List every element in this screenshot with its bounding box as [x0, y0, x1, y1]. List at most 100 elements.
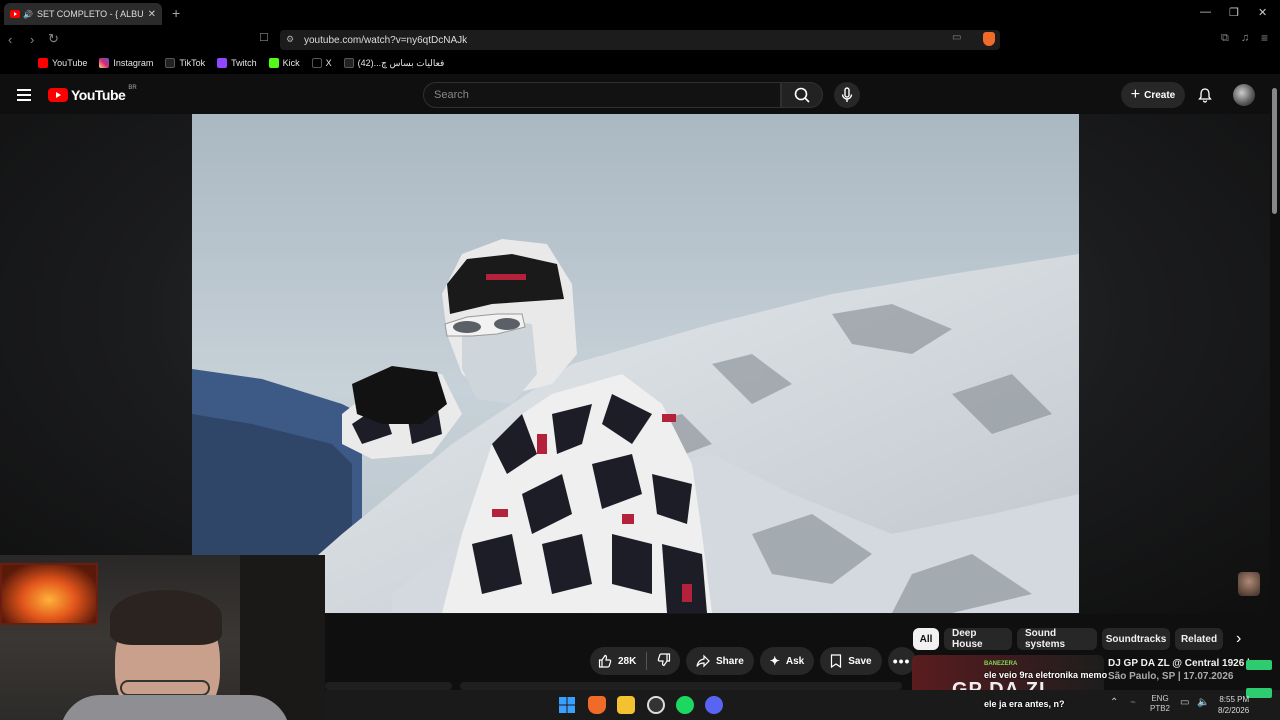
reload-icon[interactable]: ↻ — [48, 31, 59, 47]
thumbs-down-icon — [658, 652, 671, 666]
extensions-icon[interactable]: ⧉ — [1221, 32, 1229, 45]
video-actions: 28K Share ✦ Ask Save ••• — [590, 647, 922, 675]
network-icon[interactable]: ▭ — [1180, 697, 1189, 708]
youtube-icon — [38, 58, 48, 68]
bookmark-tiktok-live[interactable]: فعالیات بساس چ...(42) — [343, 58, 444, 69]
speaker-icon[interactable]: 🔊 — [23, 10, 33, 19]
person-shoulders — [60, 695, 290, 720]
youtube-logo[interactable]: YouTube BR — [48, 85, 137, 103]
instagram-icon — [99, 58, 110, 68]
chat-badge-icon — [1246, 660, 1272, 670]
youtube-header: YouTube BR + Create — [0, 74, 1280, 116]
bookmark-tiktok[interactable]: TikTok — [165, 58, 205, 68]
browser-navbar: ‹ › ↻ ☐ ⚙ youtube.com/watch?v=ny6qtDcNAJ… — [0, 28, 1280, 52]
windows-start-icon[interactable] — [558, 696, 576, 714]
forward-icon[interactable]: › — [30, 32, 34, 47]
ask-button[interactable]: ✦ Ask — [759, 647, 815, 675]
search-icon — [794, 87, 810, 103]
bookmark-twitch[interactable]: Twitch — [217, 58, 257, 68]
discord-icon[interactable] — [705, 696, 723, 714]
fireplace-frame — [0, 563, 98, 625]
brave-browser-icon[interactable] — [588, 696, 606, 714]
notifications-bell-icon[interactable] — [1197, 87, 1213, 103]
save-button[interactable]: Save — [820, 647, 882, 675]
chat-message: ele ja era antes, n? — [984, 699, 1065, 709]
menu-icon[interactable]: ≡ — [1261, 31, 1268, 45]
bookmark-instagram[interactable]: Instagram — [99, 58, 153, 68]
browser-titlebar: 🔊 SET COMPLETO - { ALBUM M ✕ + — ❐ ✕ — [0, 0, 1280, 28]
chip-soundtracks[interactable]: Soundtracks — [1102, 628, 1170, 650]
video-frame — [192, 114, 1079, 613]
spotify-icon[interactable] — [676, 696, 694, 714]
youtube-favicon-icon — [10, 10, 20, 18]
like-count: 28K — [618, 655, 637, 667]
youtube-play-icon — [48, 88, 68, 102]
search-box — [423, 82, 781, 108]
address-bar[interactable]: ⚙ youtube.com/watch?v=ny6qtDcNAJk — [280, 30, 1000, 50]
system-clock[interactable]: 8:55 PM 8/2/2026 — [1218, 694, 1249, 716]
streamer-avatar — [1238, 572, 1260, 596]
tiktok-icon — [165, 58, 176, 68]
back-icon[interactable]: ‹ — [8, 32, 12, 47]
chip-related[interactable]: Related — [1175, 628, 1223, 650]
file-explorer-icon[interactable] — [617, 696, 635, 714]
browser-tab[interactable]: 🔊 SET COMPLETO - { ALBUM M ✕ — [4, 3, 162, 25]
close-tab-icon[interactable]: ✕ — [148, 9, 156, 20]
chat-message: ele veio 9ra eletronika memo — [984, 670, 1108, 680]
like-dislike-group: 28K — [590, 647, 680, 675]
bookmark-kick[interactable]: Kick — [268, 58, 300, 68]
webcam-overlay — [0, 555, 325, 720]
media-icon[interactable]: ♫ — [1241, 32, 1249, 44]
close-window-icon[interactable]: ✕ — [1258, 6, 1267, 19]
share-icon — [696, 654, 710, 668]
account-avatar[interactable] — [1233, 84, 1255, 106]
obs-icon[interactable] — [647, 696, 665, 714]
windows-taskbar — [325, 690, 1280, 720]
sparkle-icon: ✦ — [769, 654, 780, 668]
chip-deep-house[interactable]: Deep House — [944, 628, 1012, 650]
like-button[interactable]: 28K — [598, 654, 636, 668]
language-indicator[interactable]: ENG PTB2 — [1150, 694, 1170, 714]
video-player[interactable] — [192, 114, 1079, 613]
bookmark-x[interactable]: X — [311, 58, 332, 68]
chip-sound-systems[interactable]: Sound systems — [1017, 628, 1097, 650]
bookmark-save-icon — [831, 654, 842, 668]
voice-search-button[interactable] — [834, 82, 860, 108]
brave-shield-icon[interactable] — [983, 32, 995, 46]
create-button[interactable]: + Create — [1121, 82, 1185, 108]
new-tab-icon[interactable]: + — [172, 5, 180, 21]
bookmark-icon[interactable]: ☐ — [259, 31, 269, 44]
related-subtitle: São Paulo, SP | 17.07.2026 — [1108, 671, 1234, 682]
divider — [646, 652, 648, 670]
chat-badge-icon — [1246, 688, 1272, 698]
share-button[interactable]: Share — [686, 647, 754, 675]
microphone-icon — [841, 87, 853, 102]
bookmarks-bar: YouTube Instagram TikTok Twitch Kick X ف… — [0, 52, 1280, 74]
tiktok-icon — [343, 58, 354, 68]
search-button[interactable] — [781, 82, 823, 108]
country-code: BR — [128, 85, 137, 91]
wifi-icon[interactable]: ⌁ — [1130, 697, 1136, 708]
related-title[interactable]: DJ GP DA ZL @ Central 1926 | — [1108, 658, 1250, 669]
tray-overflow-icon[interactable]: ⌃ — [1110, 697, 1118, 708]
site-info-icon[interactable]: ⚙ — [286, 34, 294, 45]
guide-menu-icon[interactable] — [17, 89, 31, 101]
tab-title: SET COMPLETO - { ALBUM M — [36, 9, 144, 19]
thumbs-up-icon — [598, 654, 612, 668]
bookmark-youtube[interactable]: YouTube — [38, 58, 87, 68]
search-input[interactable] — [424, 83, 780, 107]
cast-icon[interactable]: ▭ — [952, 32, 961, 43]
twitch-icon — [217, 58, 228, 68]
restore-icon[interactable]: ❐ — [1229, 6, 1239, 19]
placeholder-bar — [325, 682, 452, 690]
x-icon — [311, 58, 322, 68]
dislike-button[interactable] — [657, 652, 671, 670]
page-scrollbar-thumb[interactable] — [1272, 88, 1277, 214]
volume-icon[interactable]: 🔈 — [1197, 697, 1209, 708]
kick-icon — [268, 58, 279, 68]
minimize-icon[interactable]: — — [1200, 6, 1211, 18]
person-hair — [110, 590, 222, 645]
glasses — [120, 680, 210, 696]
url-text: youtube.com/watch?v=ny6qtDcNAJk — [304, 34, 468, 46]
chips-next-icon[interactable]: › — [1236, 630, 1241, 648]
